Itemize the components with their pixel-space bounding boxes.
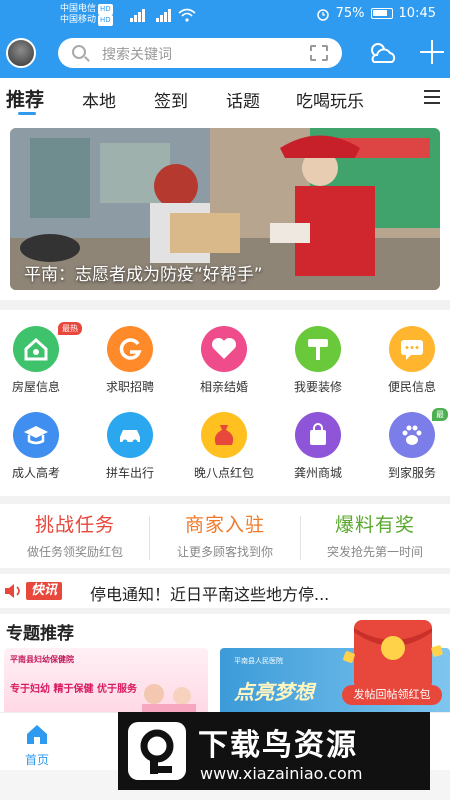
grid-convenience[interactable]: 便民信息 (376, 326, 448, 395)
grid-renovation[interactable]: 我要装修 (282, 326, 354, 395)
grid-label: 拼车出行 (105, 466, 154, 480)
battery-icon (370, 8, 393, 19)
promo-title: 商家入驻 (184, 514, 265, 536)
battery-percent: 75% (335, 6, 365, 21)
clock: 10:45 (398, 6, 436, 21)
watermark-logo (128, 722, 186, 780)
app-header: 中国电信 HD 中国移动 HD 75% 10:45 搜索关键词 (0, 0, 450, 78)
grid-label: 相亲结婚 (199, 380, 248, 394)
promo-subtitle: 突发抢先第一时间 (326, 545, 423, 559)
scan-icon[interactable] (310, 45, 328, 61)
section-divider (0, 568, 450, 574)
tab-recommend[interactable]: 推荐 (6, 85, 44, 112)
status-right: 75% 10:45 (316, 6, 436, 21)
money-bag-icon (201, 412, 247, 458)
section-title: 专题推荐 (6, 624, 74, 644)
promo-challenge[interactable]: 挑战任务 做任务领奖励红包 (0, 510, 150, 560)
card-header: 平南县妇幼保健院 (10, 655, 74, 664)
house-icon (13, 326, 59, 372)
job-icon (107, 326, 153, 372)
speaker-icon (5, 584, 20, 598)
carrier-1: 中国电信 (60, 4, 97, 14)
wifi-icon (178, 8, 196, 22)
grid-label: 成人高考 (11, 466, 60, 480)
tab-food-fun[interactable]: 吃喝玩乐 (296, 87, 364, 112)
flash-news-tag: 快讯 (26, 582, 63, 600)
card-slogan: 专于妇幼 精于保健 优于服务 (10, 684, 137, 695)
search-placeholder: 搜索关键词 (102, 47, 172, 63)
chat-bubble-icon (389, 326, 435, 372)
search-input[interactable]: 搜索关键词 (58, 38, 342, 68)
watermark: 下载鸟资源 www.xiazainiao.com (118, 712, 430, 790)
promo-merchant[interactable]: 商家入驻 让更多顾客找到你 (150, 510, 300, 560)
home-label: 首页 (24, 753, 49, 767)
news-banner[interactable]: 平南：志愿者成为防疫“好帮手” (10, 128, 440, 290)
hot-badge: 最热 (58, 322, 82, 335)
grid-label: 房屋信息 (11, 380, 60, 394)
ticker-headline: 停电通知！近日平南这些地方停... (90, 585, 330, 604)
grid-carpool[interactable]: 拼车出行 (94, 412, 166, 481)
promo-title: 挑战任务 (34, 514, 115, 536)
car-icon (107, 412, 153, 458)
card-header: 平南县人民医院 (234, 657, 283, 665)
grid-label: 晚八点红包 (193, 466, 254, 480)
grid-house-info[interactable]: 房屋信息 (0, 326, 72, 395)
promo-tipoff[interactable]: 爆料有奖 突发抢先第一时间 (300, 510, 450, 560)
paw-icon (389, 412, 435, 458)
grid-label: 便民信息 (387, 380, 436, 394)
grid-label: 到家服务 (387, 466, 436, 480)
tab-checkin[interactable]: 签到 (154, 87, 188, 112)
tab-home[interactable]: 首页 (14, 723, 60, 768)
watermark-title: 下载鸟资源 (198, 728, 358, 763)
grid-red-envelope[interactable]: 晚八点红包 (188, 412, 260, 481)
grid-label: 我要装修 (293, 380, 342, 394)
grid-jobs[interactable]: 求职招聘 (94, 326, 166, 395)
active-tab-indicator (18, 112, 36, 115)
promo-subtitle: 做任务领奖励红包 (26, 545, 123, 559)
promo-subtitle: 让更多顾客找到你 (176, 545, 273, 559)
signal-icon (122, 8, 200, 22)
grid-adult-exam[interactable]: 成人高考 (0, 412, 72, 481)
avatar[interactable] (6, 38, 36, 68)
graduation-cap-icon (13, 412, 59, 458)
grid-label: 龚州商城 (293, 466, 342, 480)
post-reward-label[interactable]: 发帖回帖领红包 (342, 685, 442, 705)
search-icon (72, 45, 86, 59)
grid-dating[interactable]: 相亲结婚 (188, 326, 260, 395)
grid-mall[interactable]: 龚州商城 (282, 412, 354, 481)
alarm-icon (316, 8, 329, 21)
news-ticker[interactable]: 快讯 停电通知！近日平南这些地方停... (0, 576, 450, 606)
carrier-2: 中国移动 (60, 15, 97, 25)
weather-icon[interactable] (366, 40, 398, 66)
promo-title: 爆料有奖 (334, 514, 415, 536)
grid-label: 求职招聘 (105, 380, 154, 394)
tab-local[interactable]: 本地 (82, 87, 116, 112)
home-icon (27, 725, 47, 744)
shopping-bag-icon (295, 412, 341, 458)
paint-roller-icon (295, 326, 341, 372)
card-headline: 点亮梦想 (234, 680, 314, 704)
watermark-url: www.xiazainiao.com (200, 764, 363, 783)
menu-icon[interactable] (424, 90, 440, 104)
grid-home-service[interactable]: 到家服务 (376, 412, 448, 481)
new-badge: 最 (432, 408, 448, 421)
banner-caption: 平南：志愿者成为防疫“好帮手” (24, 265, 263, 285)
status-bar: 中国电信 HD 中国移动 HD 75% 10:45 (0, 0, 450, 30)
heart-hands-icon (201, 326, 247, 372)
category-tabs: 推荐 本地 签到 话题 吃喝玩乐 (0, 78, 450, 118)
topic-card-maternal-hospital[interactable]: 平南县妇幼保健院 专于妇幼 精于保健 优于服务 (4, 648, 208, 718)
section-divider (0, 300, 450, 310)
section-divider (0, 496, 450, 504)
tab-topics[interactable]: 话题 (226, 87, 260, 112)
add-icon[interactable] (418, 38, 446, 66)
carrier-info: 中国电信 HD 中国移动 HD (60, 4, 113, 26)
